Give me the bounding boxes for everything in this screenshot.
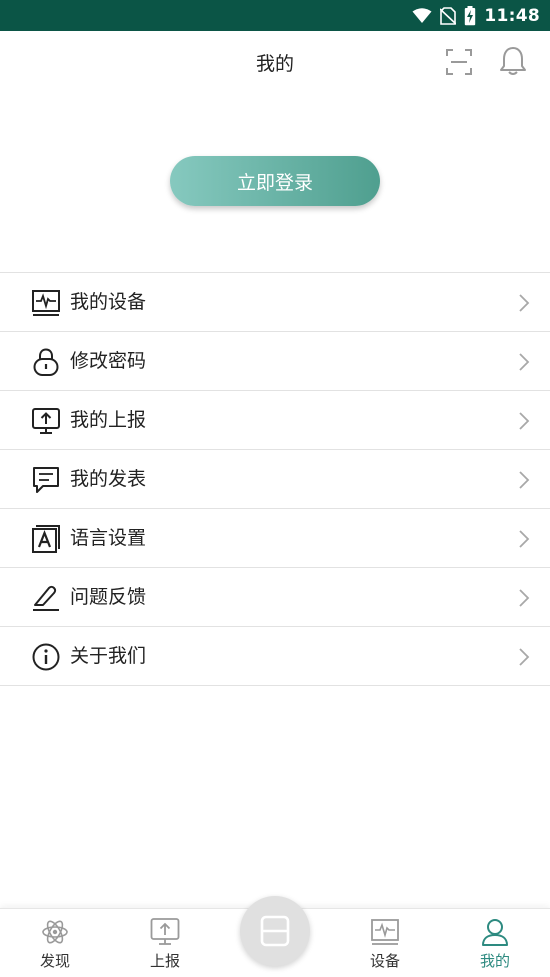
edit-feedback-icon — [33, 585, 59, 611]
upload-icon — [150, 918, 180, 945]
device-monitor-icon — [32, 290, 60, 316]
battery-charging-icon — [465, 5, 476, 25]
menu-item-label: 关于我们 — [70, 645, 147, 667]
bell-icon[interactable] — [498, 45, 528, 77]
chevron-right-icon — [519, 353, 530, 371]
tab-mine[interactable]: 我的 — [455, 909, 535, 977]
menu-item-about-us[interactable]: 关于我们 — [0, 627, 550, 686]
menu-item-label: 语言设置 — [70, 527, 147, 549]
tab-devices[interactable]: 设备 — [345, 909, 425, 977]
menu-item-feedback[interactable]: 问题反馈 — [0, 568, 550, 627]
scan-icon[interactable] — [444, 47, 474, 77]
chevron-right-icon — [519, 412, 530, 430]
menu-item-label: 我的发表 — [70, 468, 147, 490]
no-sim-icon — [440, 6, 457, 25]
chevron-right-icon — [519, 589, 530, 607]
chevron-right-icon — [519, 471, 530, 489]
status-icons: 11:48 — [412, 0, 540, 31]
menu-item-my-reports[interactable]: 我的上报 — [0, 391, 550, 450]
login-button[interactable]: 立即登录 — [170, 156, 380, 206]
atom-icon — [42, 920, 68, 944]
menu-item-label: 问题反馈 — [70, 586, 147, 608]
device-icon — [371, 919, 399, 945]
chevron-right-icon — [519, 530, 530, 548]
menu-item-label: 我的设备 — [70, 291, 147, 313]
status-time: 11:48 — [484, 5, 540, 26]
menu-item-label: 我的上报 — [70, 409, 147, 431]
menu-item-language-settings[interactable]: 语言设置 — [0, 509, 550, 568]
upload-monitor-icon — [32, 408, 60, 434]
tab-label: 设备 — [369, 952, 400, 970]
tab-label: 我的 — [479, 952, 510, 970]
tab-report[interactable]: 上报 — [125, 909, 205, 977]
wifi-icon — [412, 7, 432, 23]
tab-discover[interactable]: 发现 — [15, 909, 95, 977]
tab-label: 上报 — [149, 952, 180, 970]
message-icon — [33, 467, 59, 493]
header: 我的 — [0, 31, 550, 91]
lock-icon — [33, 348, 59, 376]
chevron-right-icon — [519, 294, 530, 312]
user-icon — [482, 919, 508, 946]
status-bar: 11:48 — [0, 0, 550, 31]
scan-icon — [260, 915, 290, 947]
menu-item-label: 修改密码 — [70, 350, 147, 372]
tab-label: 发现 — [39, 952, 70, 970]
language-icon — [32, 525, 60, 553]
center-scan-button[interactable] — [240, 896, 310, 966]
menu-item-change-password[interactable]: 修改密码 — [0, 332, 550, 391]
menu-item-my-posts[interactable]: 我的发表 — [0, 450, 550, 509]
menu-item-my-devices[interactable]: 我的设备 — [0, 273, 550, 332]
settings-menu: 我的设备 修改密码 我的上报 我的发表 语言设置 问题反馈 关于我们 — [0, 272, 550, 686]
chevron-right-icon — [519, 648, 530, 666]
info-icon — [32, 643, 60, 671]
